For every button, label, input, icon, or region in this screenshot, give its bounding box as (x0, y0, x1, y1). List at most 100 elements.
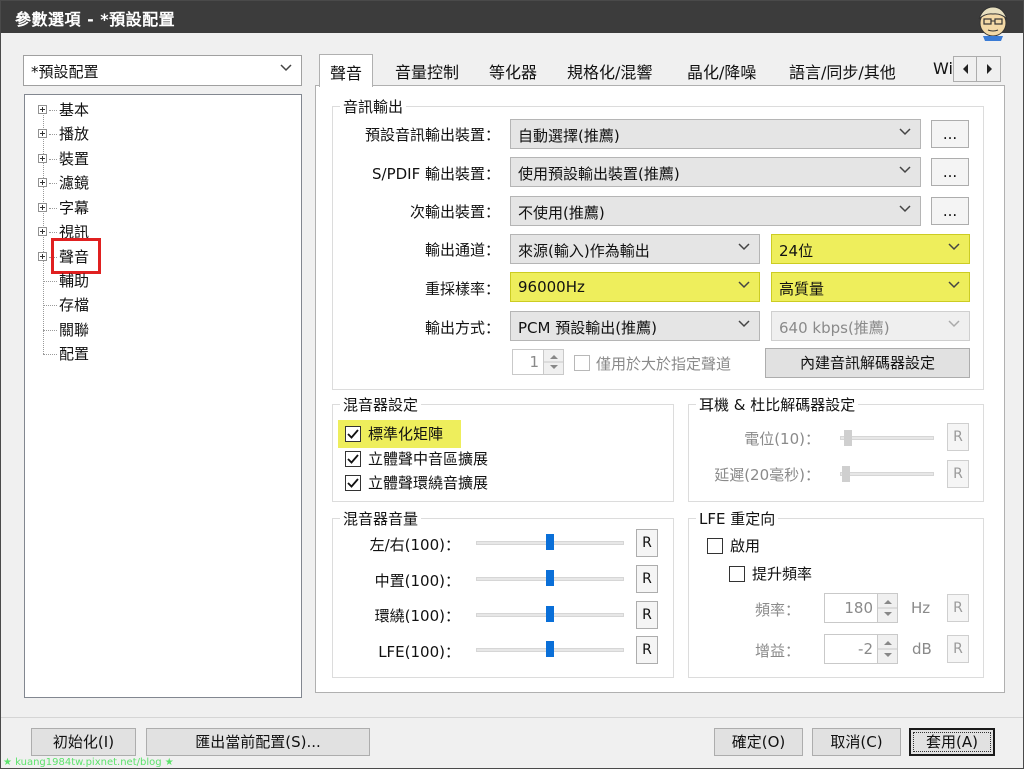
normalize-matrix-checkbox[interactable] (345, 426, 361, 442)
output-channels-value: 來源(輸入)作為輸出 (518, 242, 650, 260)
caret-left-icon (963, 64, 968, 74)
tab-overflow[interactable]: Wi (933, 59, 953, 78)
resample-rate-select[interactable]: 96000Hz (510, 272, 760, 302)
lfe-enable-checkbox[interactable] (707, 538, 723, 554)
expand-icon[interactable] (38, 227, 47, 236)
channel-count-value: 1 (529, 353, 539, 371)
bit-depth-select[interactable]: 24位 (771, 234, 970, 264)
default-device-more-button[interactable]: ... (931, 120, 969, 148)
output-mode-label: 輸出方式： (424, 319, 500, 337)
decoder-settings-button[interactable]: 內建音訊解碼器設定 (765, 348, 970, 378)
volume-surround-label: 環繞(100)： (374, 607, 460, 625)
lfe-frequency-spinner[interactable]: 180 (824, 593, 898, 623)
headphone-level-slider-track[interactable] (840, 436, 934, 440)
resample-label: 重採樣率： (424, 280, 500, 298)
lfe-frequency-unit: Hz (911, 599, 931, 617)
settings-tree: 基本 播放 裝置 濾鏡 字幕 視訊 聲音 輔助 存檔 關聯 配置 (24, 94, 302, 698)
expand-icon[interactable] (38, 154, 47, 163)
spdif-device-more-button[interactable]: ... (931, 158, 969, 186)
lfe-gain-reset-button[interactable]: R (947, 635, 969, 663)
stereo-mid-expand-checkbox[interactable] (345, 451, 361, 467)
selection-highlight-box (51, 238, 101, 274)
tab-volume-control[interactable]: 音量控制 (395, 59, 459, 83)
tab-normalize-reverb[interactable]: 規格化/混響 (567, 59, 652, 83)
only-if-more-checkbox[interactable] (574, 355, 590, 371)
apply-button[interactable]: 套用(A) (909, 728, 995, 756)
headphone-level-slider-thumb[interactable] (844, 430, 853, 446)
tab-scroll-right-button[interactable] (978, 57, 1001, 81)
stereo-surround-expand-checkbox[interactable] (345, 475, 361, 491)
spinner-buttons[interactable] (877, 635, 898, 663)
profile-select[interactable]: *預設配置 (23, 55, 302, 86)
volume-lr-reset-button[interactable]: R (636, 529, 658, 557)
volume-center-slider-thumb[interactable] (546, 570, 554, 586)
default-device-select[interactable]: 自動選擇(推薦) (510, 119, 921, 149)
headphone-level-reset-button[interactable]: R (947, 423, 969, 451)
volume-lr-slider-thumb[interactable] (546, 534, 554, 550)
tab-language-sync-other[interactable]: 語言/同步/其他 (789, 59, 896, 83)
default-device-label: 預設音訊輸出裝置： (364, 126, 500, 144)
tab-scroll-left-button[interactable] (954, 57, 977, 81)
volume-surround-reset-button[interactable]: R (636, 601, 658, 629)
expand-icon[interactable] (38, 252, 47, 261)
tree-connector (43, 354, 57, 355)
chevron-down-icon (738, 320, 750, 328)
tree-item-label: 播放 (59, 125, 90, 143)
output-channels-select[interactable]: 來源(輸入)作為輸出 (510, 234, 760, 264)
resample-quality-select[interactable]: 高質量 (771, 272, 970, 302)
checkmark-icon (347, 429, 359, 439)
bitrate-select[interactable]: 640 kbps(推薦) (771, 311, 970, 341)
tree-connector (49, 159, 57, 160)
chevron-down-icon (738, 281, 750, 289)
tab-equalizer[interactable]: 等化器 (489, 59, 537, 83)
volume-surround-slider-thumb[interactable] (546, 606, 554, 622)
headphone-delay-reset-button[interactable]: R (947, 460, 969, 488)
checkmark-icon (347, 478, 359, 488)
tree-item-label: 配置 (59, 345, 90, 363)
resample-rate-value: 96000Hz (518, 278, 585, 296)
chevron-down-icon (899, 128, 911, 136)
lfe-boost-checkbox[interactable] (729, 566, 745, 582)
tree-item-label: 基本 (59, 101, 90, 119)
output-mode-select[interactable]: PCM 預設輸出(推薦) (510, 311, 760, 341)
lfe-gain-value: -2 (858, 640, 873, 658)
lfe-boost-label: 提升頻率 (752, 565, 813, 583)
expand-icon[interactable] (38, 203, 47, 212)
footer-divider (1, 717, 1023, 718)
secondary-device-select[interactable]: 不使用(推薦) (510, 196, 921, 226)
chevron-down-icon (738, 243, 750, 251)
tree-connector (49, 134, 57, 135)
tree-connector (43, 330, 57, 331)
headphone-delay-slider-thumb[interactable] (841, 466, 850, 482)
volume-center-reset-button[interactable]: R (636, 565, 658, 593)
reset-defaults-button[interactable]: 初始化(I) (31, 728, 136, 756)
tab-panel: 音訊輸出 預設音訊輸出裝置： 自動選擇(推薦) ... S/PDIF 輸出裝置：… (315, 85, 1005, 693)
secondary-device-more-button[interactable]: ... (931, 197, 969, 225)
expand-icon[interactable] (38, 105, 47, 114)
export-profile-button[interactable]: 匯出當前配置(S)... (146, 728, 370, 756)
chevron-down-icon (899, 205, 911, 213)
chevron-down-icon (899, 166, 911, 174)
lfe-frequency-reset-button[interactable]: R (947, 594, 969, 622)
spdif-device-select[interactable]: 使用預設輸出裝置(推薦) (510, 157, 921, 187)
volume-lfe-slider-thumb[interactable] (546, 641, 554, 657)
volume-lfe-label: LFE(100)： (378, 643, 460, 661)
expand-icon[interactable] (38, 129, 47, 138)
headphone-delay-slider-track[interactable] (840, 472, 934, 476)
cancel-button[interactable]: 取消(C) (812, 728, 901, 756)
profile-select-value: *預設配置 (31, 63, 99, 81)
spinner-buttons[interactable] (543, 350, 564, 374)
spinner-buttons[interactable] (877, 594, 898, 622)
expand-icon[interactable] (38, 178, 47, 187)
ok-button[interactable]: 確定(O) (714, 728, 803, 756)
tab-sound[interactable]: 聲音 (319, 54, 374, 87)
tab-crystalize-denoise[interactable]: 晶化/降噪 (687, 59, 756, 83)
lfe-gain-unit: dB (912, 640, 932, 658)
secondary-device-value: 不使用(推薦) (518, 204, 605, 222)
channel-count-spinner[interactable]: 1 (512, 349, 564, 375)
volume-lfe-reset-button[interactable]: R (636, 636, 658, 664)
title-bar[interactable]: 參數選項 - *預設配置 (1, 1, 1023, 41)
lfe-gain-spinner[interactable]: -2 (824, 634, 898, 664)
up-down-arrows-icon (878, 641, 898, 657)
chevron-down-icon (948, 281, 960, 289)
